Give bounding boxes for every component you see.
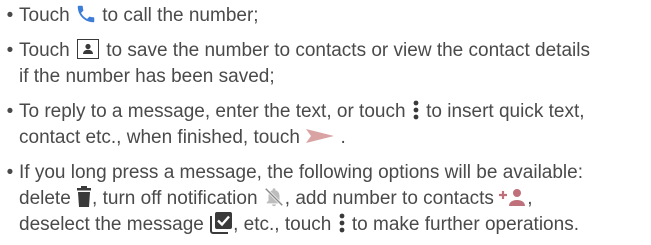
text: contact etc., when finished, touch	[19, 127, 306, 148]
text: , etc., touch	[233, 214, 337, 235]
send-icon	[305, 127, 335, 145]
text: deselect the message	[19, 214, 210, 235]
bullet: •	[6, 101, 14, 122]
instructions: • Touch to call the number; • Touch to s…	[0, 0, 651, 238]
text: , turn off notification	[92, 188, 263, 209]
more-vertical-icon	[337, 211, 347, 235]
bullet: •	[6, 162, 14, 183]
contact-icon	[76, 38, 99, 59]
text: Touch	[19, 40, 75, 61]
notification-off-icon	[263, 186, 285, 208]
list-item: • Touch to save the number to contacts o…	[1, 38, 651, 90]
text: if the number has been saved;	[19, 66, 275, 87]
bullet: •	[6, 5, 14, 26]
list-item: • To reply to a message, enter the text,…	[1, 99, 651, 151]
text: to make further operations.	[346, 214, 579, 235]
trash-icon	[76, 185, 92, 208]
text: delete	[19, 188, 77, 209]
text: , add number to contacts	[284, 188, 500, 209]
text: .	[335, 127, 346, 148]
text: to insert quick text,	[420, 101, 585, 122]
text: To reply to a message, enter the text, o…	[19, 101, 411, 122]
text: Touch	[19, 5, 75, 26]
list-item: • Touch to call the number;	[1, 3, 651, 29]
text: ,	[527, 188, 533, 209]
phone-icon	[75, 3, 97, 25]
text: If you long press a message, the followi…	[19, 162, 583, 183]
more-vertical-icon	[411, 98, 421, 122]
text: to save the number to contacts or view t…	[100, 40, 590, 61]
text: to call the number;	[96, 5, 259, 26]
bullet: •	[6, 40, 14, 61]
add-contact-icon	[499, 187, 527, 207]
list-item: • If you long press a message, the follo…	[1, 160, 651, 238]
checkbox-icon	[209, 211, 233, 235]
